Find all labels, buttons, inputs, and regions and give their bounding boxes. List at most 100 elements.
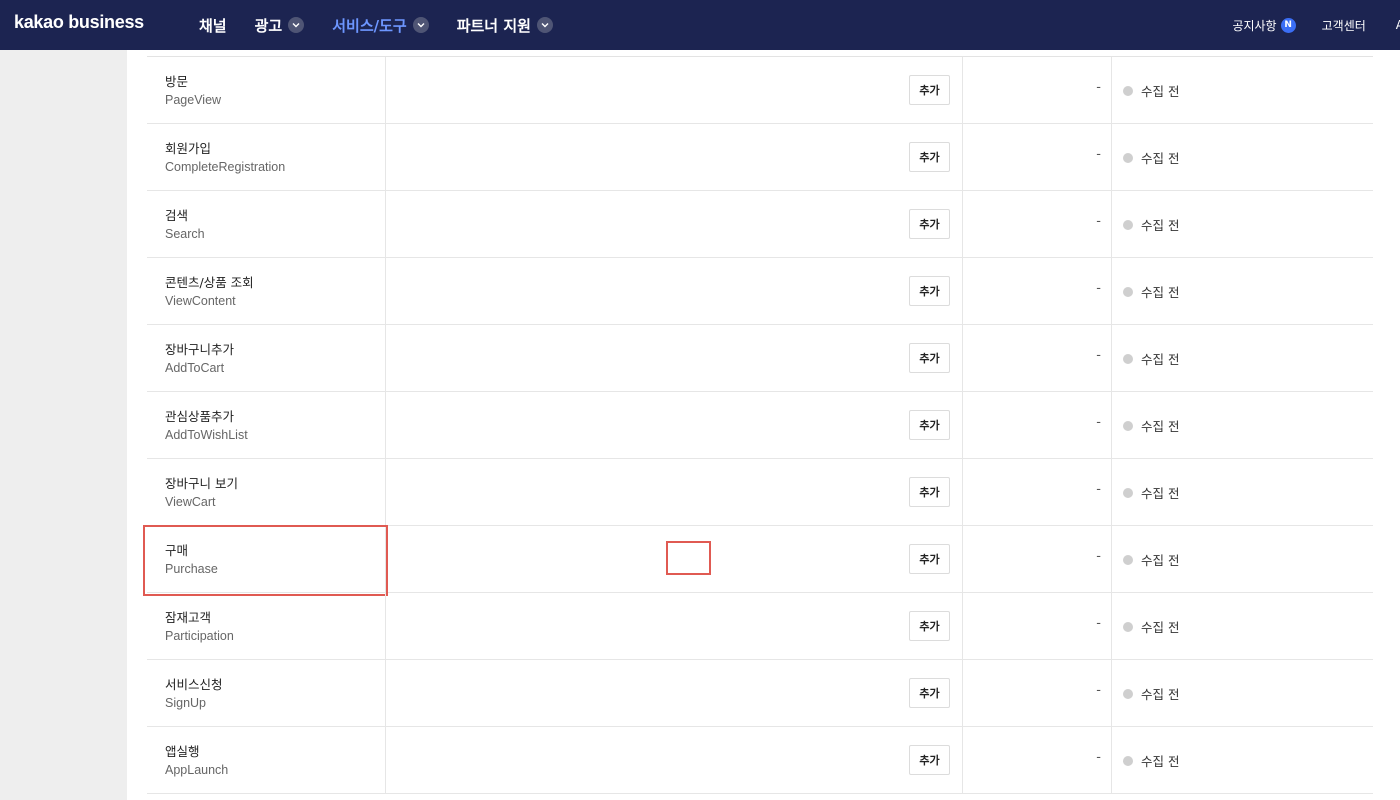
- add-cell: 추가: [387, 258, 963, 325]
- status-dot-icon: [1123, 689, 1133, 699]
- count-value: -: [1096, 281, 1101, 296]
- account-menu-truncated[interactable]: A: [1396, 18, 1400, 32]
- status-label: 수집 전: [1141, 352, 1180, 367]
- event-name-english: SignUp: [165, 696, 206, 710]
- add-cell: 추가: [387, 57, 963, 124]
- event-name-cell: 서비스신청 SignUp: [147, 660, 386, 727]
- count-cell: -: [964, 660, 1112, 727]
- table-row: 장바구니 보기 ViewCart 추가 - 수집 전: [147, 459, 1373, 526]
- event-name-english: ViewCart: [165, 495, 216, 509]
- nav-item-partner-support[interactable]: 파트너 지원: [457, 15, 553, 36]
- count-value: -: [1096, 415, 1101, 430]
- event-name-english: PageView: [165, 93, 222, 107]
- chevron-down-icon: [288, 17, 305, 33]
- left-gutter: [0, 50, 127, 800]
- event-name-korean: 관심상품추가: [165, 409, 235, 424]
- event-name-korean: 서비스신청: [165, 677, 223, 692]
- status-dot-icon: [1123, 86, 1133, 96]
- nav-item-services-tools[interactable]: 서비스/도구: [332, 15, 429, 36]
- event-name-korean: 회원가입: [165, 141, 212, 156]
- status-cell: 수집 전: [1113, 727, 1373, 794]
- add-cell: 추가: [387, 526, 963, 593]
- utility-nav: 공지사항 N 고객센터 A: [1232, 0, 1400, 50]
- event-name-korean: 방문: [165, 74, 189, 89]
- status-dot-icon: [1123, 555, 1133, 565]
- count-cell: -: [964, 526, 1112, 593]
- add-button[interactable]: 추가: [909, 544, 950, 574]
- status-dot-icon: [1123, 622, 1133, 632]
- count-cell: -: [964, 124, 1112, 191]
- add-cell: 추가: [387, 727, 963, 794]
- status-cell: 수집 전: [1113, 526, 1373, 593]
- table-row: 장바구니추가 AddToCart 추가 - 수집 전: [147, 325, 1373, 392]
- main-nav: 채널 광고 서비스/도구 파트너 지원: [199, 0, 581, 50]
- status-cell: 수집 전: [1113, 191, 1373, 258]
- status-label: 수집 전: [1141, 84, 1180, 99]
- add-button[interactable]: 추가: [909, 477, 950, 507]
- event-name-korean: 앱실행: [165, 744, 200, 759]
- nav-item-channel[interactable]: 채널: [199, 15, 227, 36]
- event-name-korean: 장바구니 보기: [165, 476, 238, 491]
- count-value: -: [1096, 616, 1101, 631]
- status-cell: 수집 전: [1113, 124, 1373, 191]
- count-value: -: [1096, 482, 1101, 497]
- table-row: 방문 PageView 추가 - 수집 전: [147, 57, 1373, 124]
- table-row: 구매 Purchase 추가 - 수집 전: [143, 525, 1373, 596]
- status-cell: 수집 전: [1113, 258, 1373, 325]
- event-name-cell: 관심상품추가 AddToWishList: [147, 392, 386, 459]
- add-button[interactable]: 추가: [909, 209, 950, 239]
- event-name-korean: 구매: [165, 543, 189, 558]
- count-cell: -: [964, 258, 1112, 325]
- customer-center-link[interactable]: 고객센터: [1322, 17, 1366, 34]
- event-name-english: CompleteRegistration: [165, 160, 286, 174]
- table-row: 관심상품추가 AddToWishList 추가 - 수집 전: [147, 392, 1373, 459]
- table-row: 회원가입 CompleteRegistration 추가 - 수집 전: [147, 124, 1373, 191]
- add-button[interactable]: 추가: [909, 343, 950, 373]
- event-name-cell: 회원가입 CompleteRegistration: [147, 124, 386, 191]
- event-name-cell: 잠재고객 Participation: [147, 593, 386, 660]
- add-button[interactable]: 추가: [909, 410, 950, 440]
- new-badge: N: [1280, 17, 1296, 33]
- status-cell: 수집 전: [1113, 392, 1373, 459]
- nav-item-label: 광고: [254, 16, 283, 35]
- event-name-cell: 구매 Purchase: [147, 526, 386, 593]
- event-name-english: AppLaunch: [165, 763, 229, 777]
- event-name-english: Purchase: [165, 562, 218, 576]
- event-name-cell: 장바구니 보기 ViewCart: [147, 459, 386, 526]
- status-label: 수집 전: [1141, 151, 1180, 166]
- event-name-cell: 검색 Search: [147, 191, 386, 258]
- add-button[interactable]: 추가: [909, 142, 950, 172]
- count-cell: -: [964, 57, 1112, 124]
- nav-item-ads[interactable]: 광고: [255, 15, 305, 36]
- event-name-korean: 검색: [165, 208, 189, 223]
- count-value: -: [1096, 348, 1101, 363]
- status-dot-icon: [1123, 756, 1133, 766]
- count-cell: -: [964, 459, 1112, 526]
- add-button[interactable]: 추가: [909, 75, 950, 105]
- count-cell: -: [964, 392, 1112, 459]
- nav-item-label: 파트너 지원: [456, 16, 531, 35]
- status-cell: 수집 전: [1113, 459, 1373, 526]
- count-cell: -: [964, 325, 1112, 392]
- event-table-panel: 방문 PageView 추가 - 수집 전 회원가입 CompleteRegis…: [127, 50, 1400, 800]
- notice-label: 공지사항: [1232, 18, 1277, 33]
- nav-item-label: 서비스/도구: [332, 16, 407, 35]
- kakao-business-logo[interactable]: kakao business: [14, 12, 144, 33]
- status-cell: 수집 전: [1113, 660, 1373, 727]
- count-value: -: [1096, 147, 1101, 162]
- add-button[interactable]: 추가: [909, 276, 950, 306]
- add-button[interactable]: 추가: [909, 611, 950, 641]
- event-name-cell: 앱실행 AppLaunch: [147, 727, 386, 794]
- event-name-english: AddToCart: [165, 361, 225, 375]
- status-label: 수집 전: [1141, 486, 1180, 501]
- status-dot-icon: [1123, 354, 1133, 364]
- count-value: -: [1096, 80, 1101, 95]
- status-label: 수집 전: [1141, 754, 1180, 769]
- add-cell: 추가: [387, 459, 963, 526]
- notice-link[interactable]: 공지사항 N: [1232, 17, 1296, 34]
- add-button[interactable]: 추가: [909, 678, 950, 708]
- add-button[interactable]: 추가: [909, 745, 950, 775]
- event-name-korean: 콘텐츠/상품 조회: [165, 275, 254, 290]
- add-cell: 추가: [387, 325, 963, 392]
- add-cell: 추가: [387, 124, 963, 191]
